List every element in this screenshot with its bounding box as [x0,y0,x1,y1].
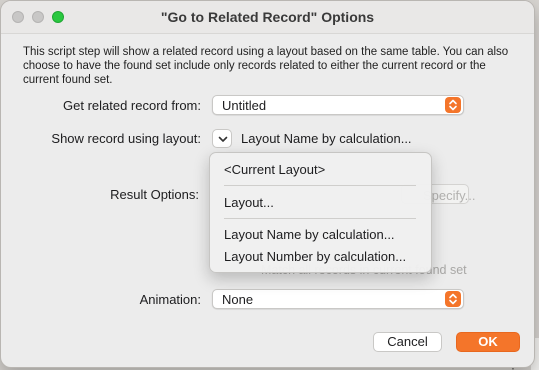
up-down-chevron-icon [445,291,461,307]
menu-separator [224,218,416,219]
layout-disclosure-button[interactable] [212,129,232,148]
animation-value: None [222,292,254,307]
animation-popup[interactable]: None [212,289,464,309]
menu-item-layout-number-calc[interactable]: Layout Number by calculation... [224,249,406,264]
options-dialog: "Go to Related Record" Options This scri… [0,0,535,368]
layout-selection-text: Layout Name by calculation... [241,131,412,146]
menu-item-layout-name-calc[interactable]: Layout Name by calculation... [224,227,395,242]
cancel-button[interactable]: Cancel [373,332,442,352]
related-record-popup[interactable]: Untitled [212,95,464,115]
related-record-value: Untitled [222,98,267,113]
description-text: This script step will show a related rec… [23,46,509,86]
animation-label: Animation: [139,292,201,307]
chevron-down-icon [218,136,228,142]
title-bar: "Go to Related Record" Options [1,1,534,34]
layout-dropdown-menu: <Current Layout> Layout... Layout Name b… [209,152,432,273]
show-layout-label: Show record using layout: [51,131,201,146]
related-record-label: Get related record from: [63,98,201,113]
ok-button[interactable]: OK [456,332,520,352]
menu-separator [224,185,416,186]
window-title: "Go to Related Record" Options [160,9,375,25]
result-options-label: Result Options: [110,187,199,202]
menu-item-layout[interactable]: Layout... [224,195,274,210]
up-down-chevron-icon [445,97,461,113]
menu-item-current-layout[interactable]: <Current Layout> [224,162,325,177]
